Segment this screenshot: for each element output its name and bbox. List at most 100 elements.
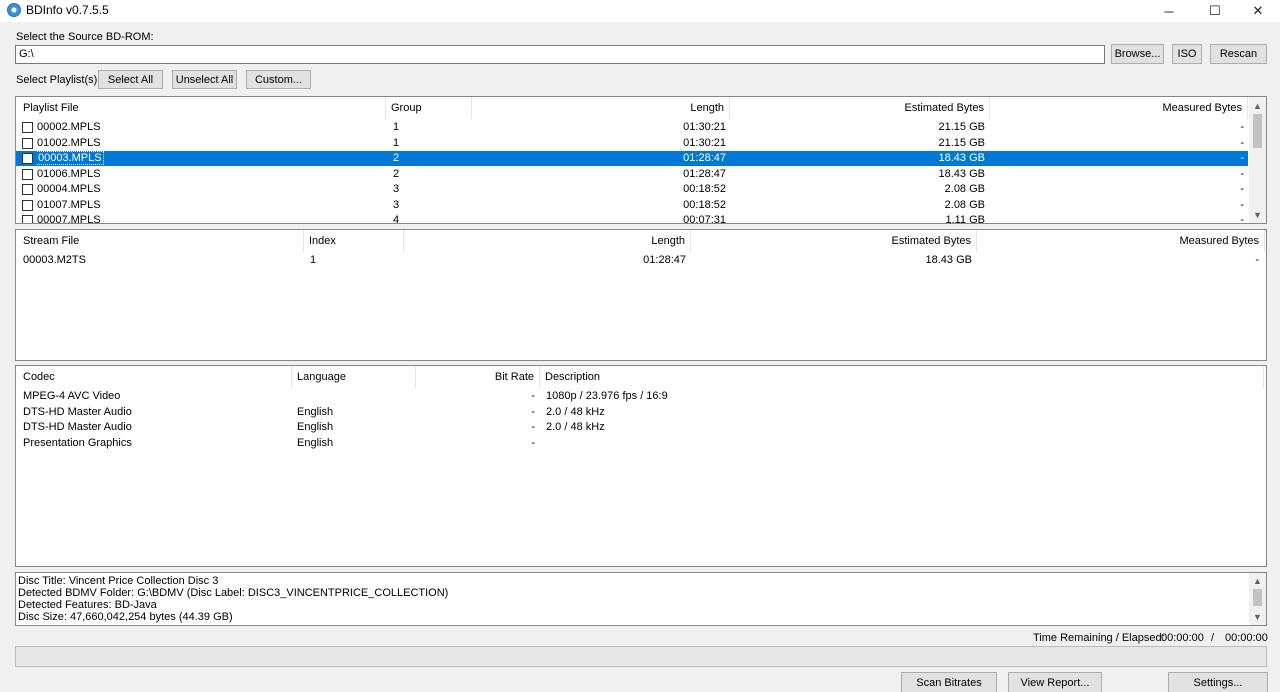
- playlist-estimated-cell: 2.08 GB: [944, 183, 985, 195]
- header-bit-rate[interactable]: Bit Rate: [416, 366, 540, 388]
- codec-language-cell: [297, 389, 412, 404]
- playlist-estimated-cell: 21.15 GB: [938, 136, 985, 149]
- scroll-up-icon[interactable]: ▲: [1249, 573, 1266, 588]
- time-elapsed: 00:00:00: [1225, 632, 1268, 644]
- playlist-checkbox[interactable]: [22, 153, 33, 164]
- codec-bitrate-cell: -: [531, 390, 535, 402]
- stream-table[interactable]: Stream File Index Length Estimated Bytes…: [15, 229, 1267, 361]
- playlist-row[interactable]: 01007.MPLS 3 00:18:52 2.08 GB -: [16, 198, 1248, 213]
- time-label: Time Remaining / Elapsed:: [1033, 632, 1165, 644]
- header-stream-measured[interactable]: Measured Bytes: [977, 230, 1265, 252]
- disc-info-line: Detected BDMV Folder: G:\BDMV (Disc Labe…: [18, 587, 449, 599]
- header-group[interactable]: Group: [386, 97, 472, 119]
- playlist-file-cell: 00004.MPLS: [37, 183, 101, 195]
- codec-description-cell: 2.0 / 48 kHz: [546, 405, 605, 418]
- playlist-measured-cell: -: [1240, 183, 1244, 195]
- iso-button[interactable]: ISO: [1172, 44, 1202, 64]
- playlist-estimated-cell: 1.11 GB: [945, 214, 985, 224]
- playlist-length-cell: 00:18:52: [683, 198, 726, 211]
- header-index[interactable]: Index: [304, 230, 404, 252]
- header-description[interactable]: Description: [540, 366, 1264, 388]
- codec-row[interactable]: MPEG-4 AVC Video -1080p / 23.976 fps / 16…: [16, 389, 1266, 404]
- playlist-checkbox[interactable]: [22, 137, 33, 149]
- playlist-row[interactable]: 01006.MPLS 2 01:28:47 18.43 GB -: [16, 167, 1248, 182]
- custom-button[interactable]: Custom...: [246, 70, 311, 89]
- header-estimated-bytes[interactable]: Estimated Bytes: [730, 97, 990, 119]
- codec-row[interactable]: Presentation Graphics English -: [16, 436, 1266, 451]
- codec-language-cell: English: [297, 405, 334, 418]
- codec-row[interactable]: DTS-HD Master Audio English -2.0 / 48 kHz: [16, 405, 1266, 420]
- window-title: BDInfo v0.7.5.5: [26, 3, 109, 17]
- playlist-checkbox[interactable]: [22, 122, 33, 133]
- stream-measured-cell: -: [1255, 254, 1259, 266]
- playlist-measured-cell: -: [1240, 121, 1244, 133]
- scroll-down-icon[interactable]: ▼: [1249, 206, 1266, 223]
- header-stream-estimated[interactable]: Estimated Bytes: [691, 230, 977, 252]
- playlist-checkbox[interactable]: [22, 184, 33, 195]
- playlist-checkbox[interactable]: [22, 215, 33, 223]
- codec-table[interactable]: Codec Language Bit Rate Description MPEG…: [15, 365, 1267, 567]
- codec-row[interactable]: DTS-HD Master Audio English -2.0 / 48 kHz: [16, 420, 1266, 435]
- close-button[interactable]: ✕: [1235, 0, 1280, 22]
- codec-name-cell: DTS-HD Master Audio: [23, 405, 132, 418]
- scroll-down-icon[interactable]: ▼: [1249, 609, 1266, 624]
- playlist-row[interactable]: 01002.MPLS 1 01:30:21 21.15 GB -: [16, 136, 1248, 151]
- maximize-button[interactable]: ☐: [1192, 0, 1238, 22]
- playlist-row[interactable]: 00007.MPLS 4 00:07:31 1.11 GB -: [16, 213, 1248, 224]
- playlist-length-cell: 00:07:31: [683, 214, 726, 224]
- codec-bitrate-cell: -: [531, 405, 535, 418]
- playlist-checkbox[interactable]: [22, 168, 33, 180]
- view-report-button[interactable]: View Report...: [1008, 672, 1102, 692]
- disc-info-line: Detected Features: BD-Java: [18, 599, 157, 611]
- scroll-thumb[interactable]: [1253, 589, 1262, 606]
- time-separator: /: [1211, 632, 1215, 644]
- stream-index-cell: 1: [310, 254, 317, 266]
- header-codec[interactable]: Codec: [18, 366, 292, 388]
- source-path-input[interactable]: G:\: [15, 45, 1105, 64]
- minimize-button[interactable]: ─: [1146, 0, 1192, 22]
- settings-button[interactable]: Settings...: [1168, 672, 1268, 692]
- codec-description-cell: [546, 436, 1246, 451]
- playlist-file-cell: 00003.MPLS: [37, 151, 377, 166]
- header-stream-length[interactable]: Length: [404, 230, 691, 252]
- scroll-up-icon[interactable]: ▲: [1249, 97, 1266, 114]
- header-playlist-file[interactable]: Playlist File: [18, 97, 386, 119]
- rescan-button[interactable]: Rescan: [1210, 44, 1267, 64]
- playlist-measured-cell: -: [1240, 167, 1244, 180]
- playlist-row[interactable]: 00003.MPLS 2 01:28:47 18.43 GB -: [16, 151, 1248, 166]
- scan-bitrates-button[interactable]: Scan Bitrates: [901, 672, 997, 692]
- select-all-button[interactable]: Select All: [98, 70, 163, 89]
- playlist-checkbox[interactable]: [22, 199, 33, 211]
- stream-row[interactable]: 00003.M2TS 1 01:28:47 18.43 GB -: [16, 253, 1266, 268]
- title-bar: BDInfo v0.7.5.5 ─ ☐ ✕: [0, 0, 1280, 22]
- disc-info-scrollbar[interactable]: ▲ ▼: [1249, 573, 1266, 625]
- playlist-estimated-cell: 2.08 GB: [944, 198, 985, 211]
- codec-description-cell: 1080p / 23.976 fps / 16:9: [546, 390, 668, 402]
- playlist-file-cell: 01002.MPLS: [37, 136, 101, 149]
- unselect-all-button[interactable]: Unselect All: [172, 70, 237, 89]
- header-measured-bytes[interactable]: Measured Bytes: [990, 97, 1248, 119]
- playlist-table[interactable]: Playlist File Group Length Estimated Byt…: [15, 96, 1267, 224]
- playlist-length-cell: 01:30:21: [683, 121, 726, 133]
- playlist-estimated-cell: 21.15 GB: [938, 121, 985, 133]
- browse-button[interactable]: Browse...: [1111, 44, 1164, 64]
- codec-name-cell: Presentation Graphics: [23, 436, 132, 449]
- header-length[interactable]: Length: [472, 97, 730, 119]
- header-stream-file[interactable]: Stream File: [18, 230, 304, 252]
- disc-info-box[interactable]: Disc Title: Vincent Price Collection Dis…: [15, 572, 1267, 626]
- scroll-thumb[interactable]: [1253, 114, 1262, 148]
- playlist-length-cell: 01:30:21: [683, 136, 726, 149]
- playlist-group-cell: 2: [393, 167, 400, 180]
- playlist-row[interactable]: 00002.MPLS 1 01:30:21 21.15 GB -: [16, 120, 1248, 135]
- header-language[interactable]: Language: [292, 366, 416, 388]
- app-disc-icon: [7, 3, 21, 17]
- playlist-row[interactable]: 00004.MPLS 3 00:18:52 2.08 GB -: [16, 182, 1248, 197]
- playlist-scrollbar[interactable]: ▲ ▼: [1249, 97, 1266, 223]
- stream-length-cell: 01:28:47: [643, 254, 686, 266]
- playlist-group-cell: 3: [393, 183, 400, 195]
- codec-bitrate-cell: -: [531, 436, 535, 449]
- stream-file-cell: 00003.M2TS: [23, 254, 86, 266]
- playlist-group-cell: 1: [393, 121, 400, 133]
- playlist-file-cell: 00007.MPLS: [37, 214, 101, 224]
- playlist-length-cell: 01:28:47: [683, 152, 726, 164]
